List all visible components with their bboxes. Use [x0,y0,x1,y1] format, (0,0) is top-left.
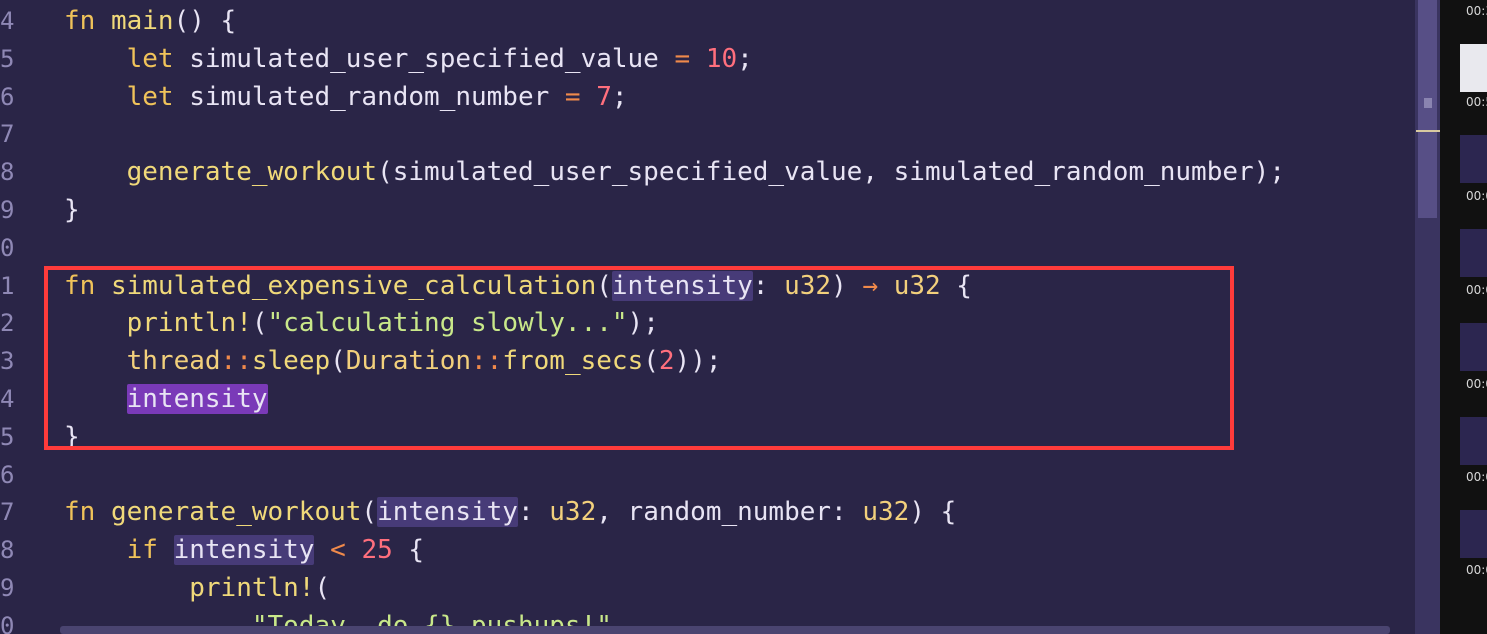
line-number: 6 [0,82,15,111]
code-token: ; [737,43,753,74]
code-line[interactable]: 8 generate_workout(simulated_user_specif… [0,153,1410,191]
code-token: simulated_random_number [189,81,565,112]
code-token: 25 [361,535,393,566]
code-line[interactable]: 7 fn generate_workout(intensity: u32, ran… [0,493,1410,531]
code-token: generate_workout [126,157,378,188]
code-line[interactable]: 4 fn main() { [0,2,1410,40]
video-thumbnail[interactable] [1460,417,1487,465]
code-line[interactable]: 8 if intensity < 25 { [0,531,1410,569]
code-token: ; [611,81,628,112]
line-number: 1 [0,271,15,300]
code-token: = [564,81,581,112]
code-text: fn generate_workout(intensity: u32, rand… [64,493,956,531]
code-token: intensity [173,535,315,566]
scrollbar-cursor-marker [1424,98,1432,108]
code-line[interactable]: 6 let simulated_random_number = 7; [0,78,1410,116]
code-token: < [330,535,346,566]
line-number: 8 [0,158,15,187]
code-line[interactable]: 7 [0,115,1410,153]
code-token: ( [314,573,331,603]
line-number: 6 [0,460,15,489]
thumbnail-timestamp: 00:3 [1466,4,1487,18]
code-token: simulated_user_specified_value [189,43,675,74]
code-line[interactable]: 0 [0,229,1410,267]
code-token: ) { [909,497,957,528]
code-token: ( [361,497,378,528]
code-token: 10 [705,43,738,74]
thumbnail-timestamp: 00:0 [1466,470,1487,484]
code-token: let [64,81,190,112]
code-text: generate_workout(simulated_user_specifie… [64,153,1285,191]
code-text: } [64,191,80,229]
code-token: generate_workout [110,497,362,528]
thumbnail-timestamp: 00:0 [1466,283,1487,297]
code-text: if intensity < 25 { [64,531,424,569]
video-thumbnail[interactable] [1460,510,1487,558]
line-number: 3 [0,347,15,376]
code-token: (simulated_user_specified_value, simulat… [377,157,1285,188]
code-token: 7 [596,81,612,112]
code-token: , random_number: [596,497,863,528]
video-thumbnail[interactable] [1460,229,1487,277]
code-token: = [674,43,691,74]
code-token: println! [189,573,315,603]
video-thumbnail[interactable] [1460,135,1487,183]
code-text: let simulated_user_specified_value = 10; [64,40,753,78]
video-thumbnail[interactable] [1460,44,1487,92]
code-line[interactable]: 9} [0,191,1410,229]
code-line[interactable]: 6 [0,456,1410,494]
code-line[interactable]: 5 let simulated_user_specified_value = 1… [0,40,1410,78]
horizontal-scrollbar[interactable] [60,626,1390,634]
code-line[interactable]: 9 println!( [0,569,1410,607]
code-token: u32 [549,497,597,528]
thumbnail-timestamp: 00:0 [1466,377,1487,391]
line-number: 0 [0,611,15,634]
line-number: 9 [0,196,15,224]
line-number: 0 [0,233,15,262]
code-token: if [64,535,174,566]
line-number: 7 [0,498,15,527]
code-text: fn main() { [64,2,236,40]
thumbnail-timestamp: 00:0 [1466,189,1487,203]
code-token: intensity [377,497,518,528]
vertical-scrollbar-thumb[interactable] [1418,0,1437,218]
video-thumbnail[interactable] [1460,323,1487,371]
code-token: () { [173,6,237,36]
code-text: let simulated_random_number = 7; [64,78,628,116]
code-token: : [517,497,550,528]
line-number: 9 [0,574,15,602]
line-number: 4 [0,385,15,413]
code-token: } [64,195,80,225]
code-token: let [64,43,190,74]
line-number: 2 [0,309,15,338]
code-token: fn [64,497,111,528]
line-number: 4 [0,7,15,35]
code-text: println!( [64,569,330,607]
scrollbar-position-line [1416,130,1440,132]
code-token: u32 [862,497,910,528]
red-highlight-box [44,266,1234,450]
line-number: 8 [0,536,15,565]
code-token: fn [64,6,111,36]
code-token: main [110,6,174,36]
thumbnail-timestamp: 00:0 [1466,563,1487,577]
thumbnail-timestamp: 00:5 [1466,95,1487,109]
line-number: 5 [0,44,15,73]
line-number: 7 [0,120,15,149]
code-token: { [392,535,425,566]
line-number: 5 [0,422,15,451]
